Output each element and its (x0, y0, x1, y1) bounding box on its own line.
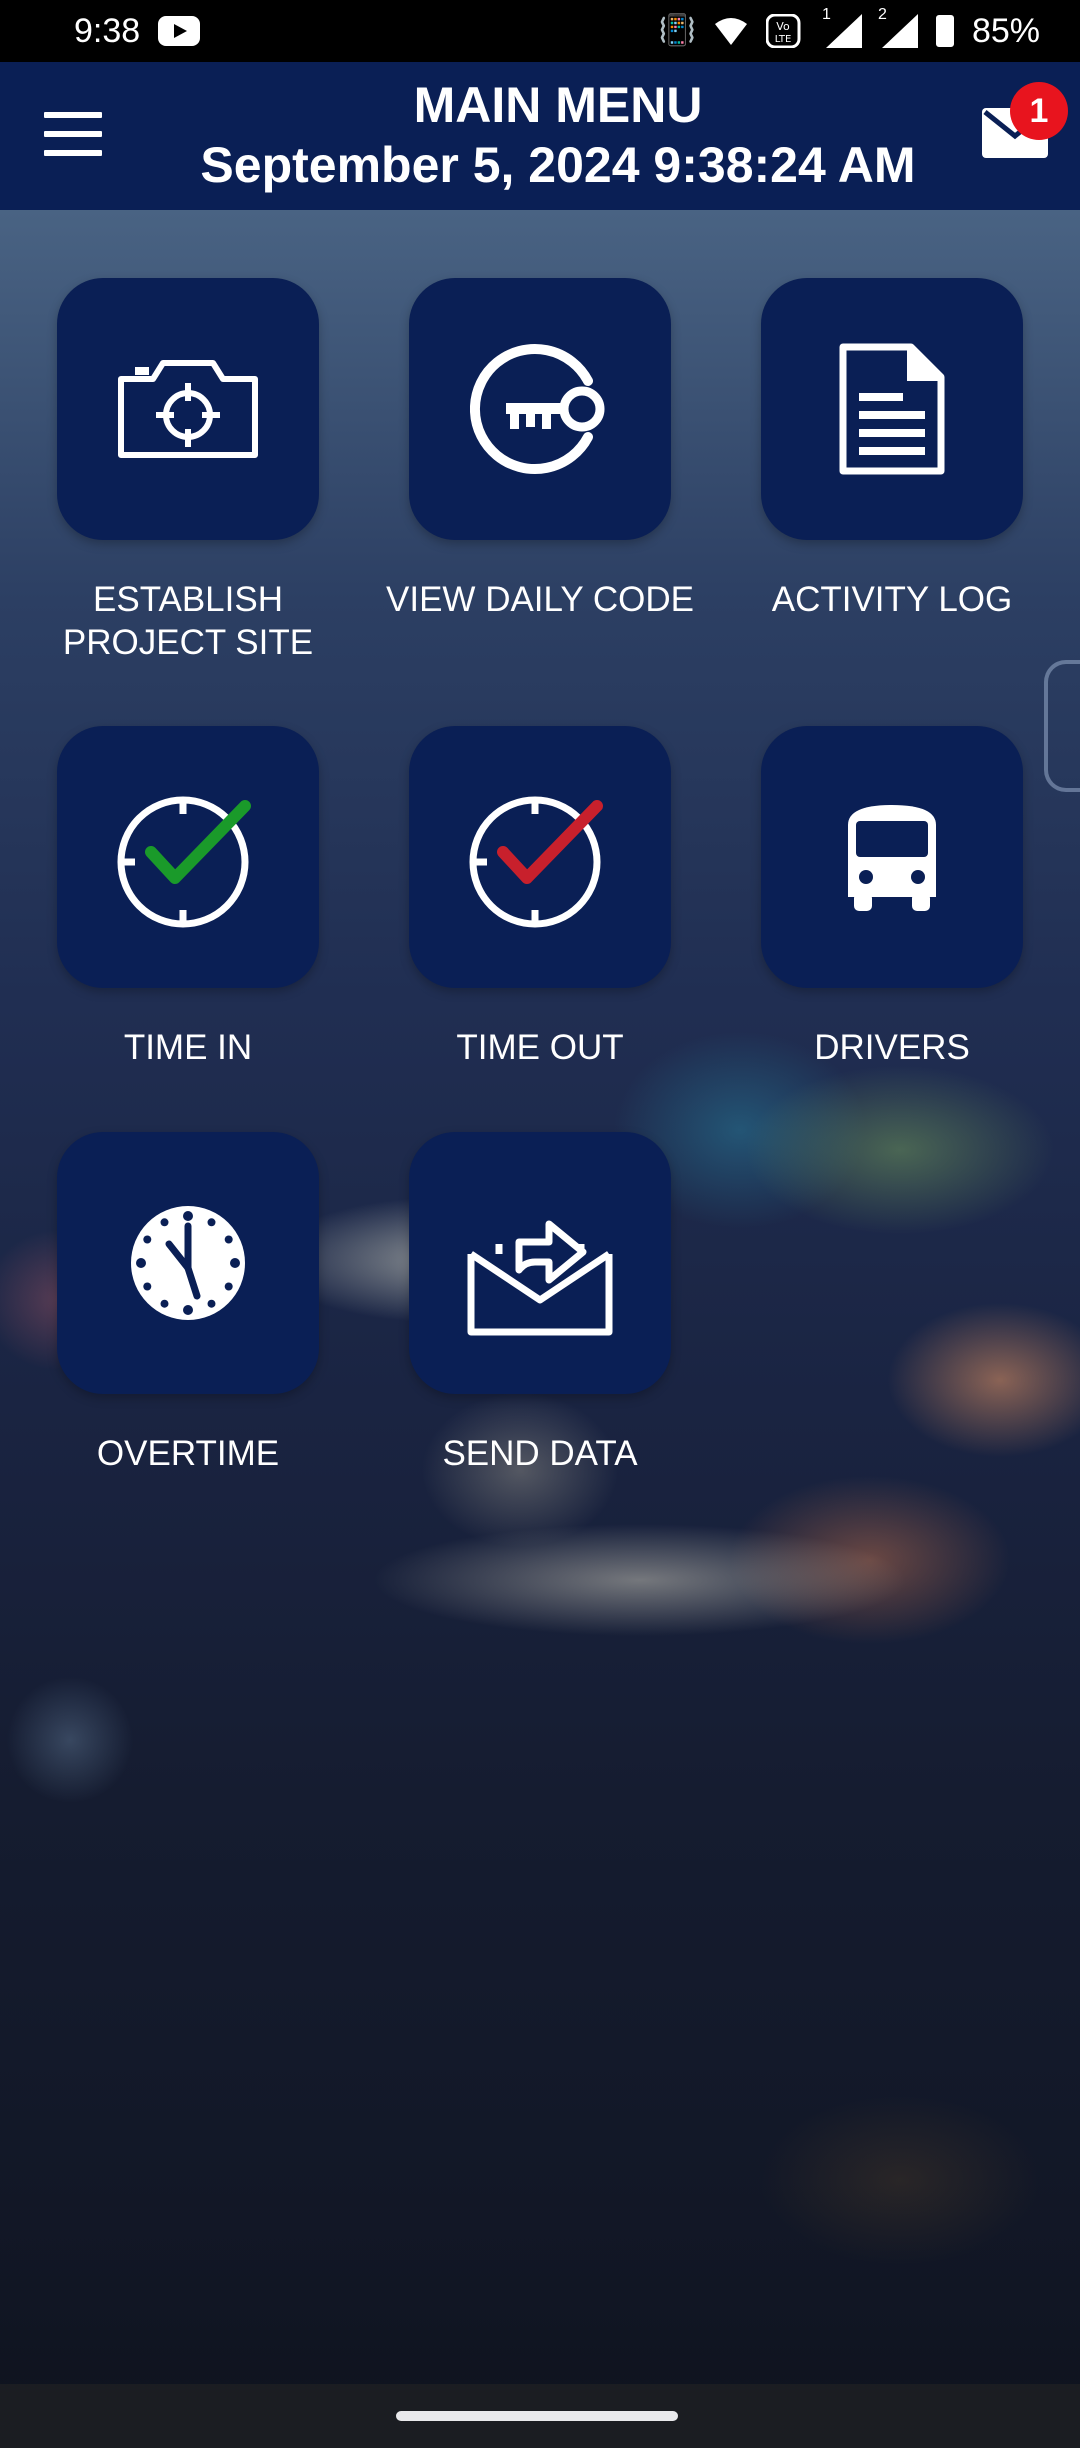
menu-item-activity-log[interactable]: ACTIVITY LOG (716, 278, 1068, 621)
tile-label: VIEW DAILY CODE (386, 580, 694, 619)
menu-icon[interactable] (44, 112, 102, 156)
side-panel-handle[interactable] (1044, 660, 1080, 792)
menu-item-view-daily-code[interactable]: VIEW DAILY CODE (364, 278, 716, 621)
tile-label: TIME OUT (456, 1028, 624, 1067)
tile-button[interactable] (57, 1132, 319, 1394)
tile-button[interactable] (409, 278, 671, 540)
svg-text:LTE: LTE (775, 34, 792, 45)
current-datetime: September 5, 2024 9:38:24 AM (200, 137, 916, 193)
signal-icon (824, 14, 862, 48)
document-icon (839, 343, 945, 475)
tile-button[interactable] (57, 726, 319, 988)
volte-icon: Vo LTE (765, 14, 801, 48)
wifi-icon (714, 18, 747, 45)
svg-text:Vo: Vo (776, 20, 790, 33)
header-titles: MAIN MENU September 5, 2024 9:38:24 AM (150, 76, 966, 196)
status-time: 9:38 (74, 11, 141, 50)
tile-button[interactable] (57, 278, 319, 540)
tile-button[interactable] (409, 1132, 671, 1394)
camera-target-icon (118, 360, 258, 458)
clock-check-red-icon (469, 796, 603, 928)
tile-label: TIME IN (123, 1028, 253, 1067)
key-icon (470, 344, 605, 474)
clock-check-green-icon (117, 796, 251, 928)
tile-button[interactable] (409, 726, 671, 988)
tile-label: ACTIVITY LOG (771, 580, 1013, 619)
navigation-bar (0, 2384, 1080, 2448)
menu-item-establish-project-site[interactable]: ESTABLISH PROJECT SITE (12, 278, 364, 664)
signal-icon (880, 14, 918, 48)
bus-icon (848, 805, 936, 911)
mail-badge: 1 (1010, 82, 1068, 140)
tile-button[interactable] (761, 726, 1023, 988)
page-title: MAIN MENU (413, 77, 703, 133)
menu-item-drivers[interactable]: DRIVERS (716, 726, 1068, 1069)
youtube-icon (158, 16, 201, 46)
menu-item-overtime[interactable]: OVERTIME (12, 1132, 364, 1475)
clock-icon (131, 1206, 245, 1320)
send-mail-icon (467, 1220, 613, 1336)
menu-item-time-in[interactable]: TIME IN (12, 726, 364, 1069)
tile-button[interactable] (761, 278, 1023, 540)
vibrate-icon: 📳 (658, 14, 696, 47)
battery-percent: 85% (971, 11, 1040, 50)
status-bar: 9:38 📳 Vo LTE 1 2 85% (0, 0, 1080, 62)
battery-icon (935, 15, 954, 47)
tile-label: SEND DATA (442, 1434, 638, 1473)
menu-item-time-out[interactable]: TIME OUT (364, 726, 716, 1069)
tile-label: ESTABLISH PROJECT SITE (62, 580, 314, 662)
home-gesture-handle[interactable] (396, 2411, 678, 2421)
app-header: MAIN MENU September 5, 2024 9:38:24 AM 1 (0, 62, 1080, 210)
tile-label: DRIVERS (814, 1028, 970, 1067)
main-menu-grid: ESTABLISH PROJECT SITE VIEW DAILY CODE A… (0, 0, 1080, 2448)
menu-item-send-data[interactable]: SEND DATA (364, 1132, 716, 1475)
tile-label: OVERTIME (96, 1434, 280, 1473)
